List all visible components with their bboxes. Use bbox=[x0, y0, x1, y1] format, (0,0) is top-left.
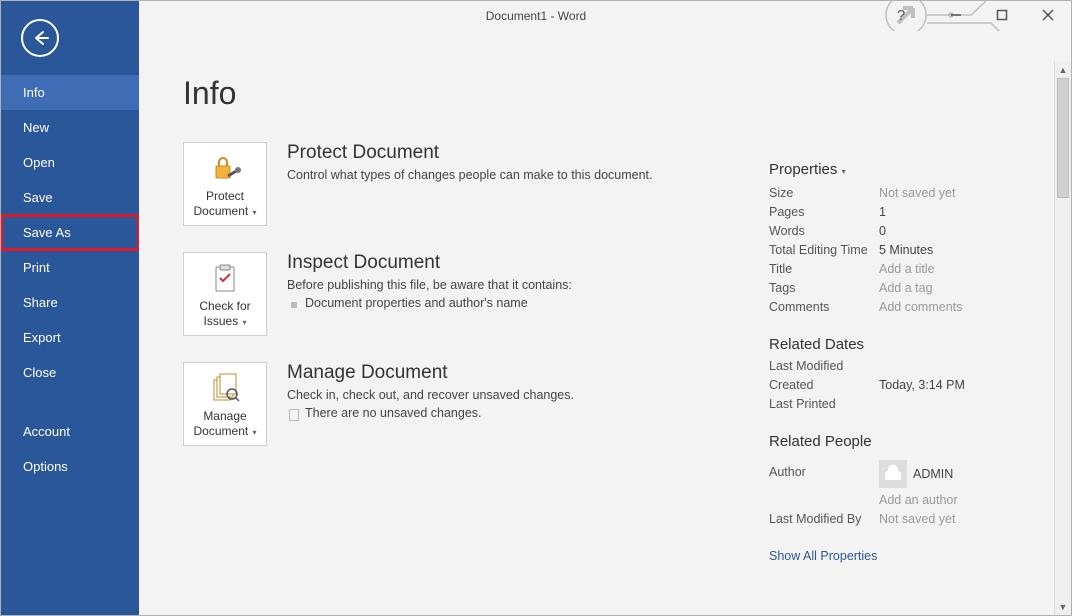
section-bullet: There are no unsaved changes. bbox=[287, 406, 574, 420]
sidebar-item-info[interactable]: Info bbox=[1, 75, 139, 110]
property-row-author: Author ADMIN bbox=[769, 456, 1049, 488]
manage-document-button[interactable]: Manage Document ▾ bbox=[183, 362, 267, 446]
sidebar-item-label: Print bbox=[23, 260, 50, 275]
related-dates-heading: Related Dates bbox=[769, 336, 1049, 353]
add-author-link[interactable]: Add an author bbox=[769, 493, 1049, 507]
sidebar-item-label: Export bbox=[23, 330, 61, 345]
lock-icon bbox=[208, 151, 242, 187]
sidebar-item-label: Close bbox=[23, 365, 56, 380]
property-row-last-modified-by: Last Modified ByNot saved yet bbox=[769, 512, 1049, 526]
section-bullet: Document properties and author's name bbox=[287, 296, 572, 310]
sidebar-item-label: New bbox=[23, 120, 49, 135]
minimize-icon bbox=[950, 9, 962, 21]
show-all-properties-link[interactable]: Show All Properties bbox=[769, 549, 877, 563]
scroll-thumb[interactable] bbox=[1057, 78, 1069, 198]
minimize-button[interactable] bbox=[933, 1, 979, 29]
property-row-pages: Pages1 bbox=[769, 205, 1049, 219]
sidebar-item-print[interactable]: Print bbox=[1, 250, 139, 285]
sidebar-item-export[interactable]: Export bbox=[1, 320, 139, 355]
chevron-down-icon: ▾ bbox=[250, 208, 256, 217]
related-people-heading: Related People bbox=[769, 433, 1049, 450]
sidebar-item-options[interactable]: Options bbox=[1, 449, 139, 484]
sidebar-item-open[interactable]: Open bbox=[1, 145, 139, 180]
property-row-last-modified: Last Modified bbox=[769, 359, 1049, 373]
sidebar-item-label: Save As bbox=[23, 225, 71, 240]
section-heading: Protect Document bbox=[287, 142, 653, 164]
section-text: Control what types of changes people can… bbox=[287, 168, 653, 182]
title-bar: Document1 - Word ? bbox=[1, 1, 1071, 31]
property-row-comments[interactable]: CommentsAdd comments bbox=[769, 300, 1049, 314]
sidebar-item-label: Save bbox=[23, 190, 53, 205]
properties-panel: Properties ▾ SizeNot saved yet Pages1 Wo… bbox=[769, 161, 1049, 565]
back-button[interactable] bbox=[21, 19, 59, 57]
document-stack-icon bbox=[208, 371, 242, 407]
property-row-title[interactable]: TitleAdd a title bbox=[769, 262, 1049, 276]
section-heading: Inspect Document bbox=[287, 252, 572, 274]
sidebar-item-new[interactable]: New bbox=[1, 110, 139, 145]
vertical-scrollbar[interactable]: ▲ ▼ bbox=[1054, 61, 1071, 615]
page-title: Info bbox=[183, 75, 1055, 112]
check-for-issues-button[interactable]: Check for Issues ▾ bbox=[183, 252, 267, 336]
button-label: Manage Document bbox=[194, 409, 249, 438]
section-text: Before publishing this file, be aware th… bbox=[287, 278, 572, 292]
arrow-left-icon bbox=[30, 28, 50, 48]
maximize-icon bbox=[996, 9, 1008, 21]
protect-document-button[interactable]: Protect Document ▾ bbox=[183, 142, 267, 226]
sidebar-item-save-as[interactable]: Save As bbox=[1, 215, 139, 250]
chevron-down-icon: ▾ bbox=[839, 167, 845, 176]
close-icon bbox=[1042, 9, 1054, 21]
backstage-sidebar: Info New Open Save Save As Print Share E… bbox=[1, 1, 139, 615]
sidebar-item-label: Info bbox=[23, 85, 45, 100]
clipboard-check-icon bbox=[208, 261, 242, 297]
sidebar-item-label: Account bbox=[23, 424, 70, 439]
section-heading: Manage Document bbox=[287, 362, 574, 384]
maximize-button[interactable] bbox=[979, 1, 1025, 29]
sidebar-item-label: Options bbox=[23, 459, 68, 474]
chevron-down-icon: ▾ bbox=[250, 428, 256, 437]
properties-heading[interactable]: Properties ▾ bbox=[769, 161, 1049, 178]
help-button[interactable]: ? bbox=[881, 1, 921, 29]
property-row-editing-time: Total Editing Time5 Minutes bbox=[769, 243, 1049, 257]
window-title: Document1 - Word bbox=[486, 9, 586, 23]
scroll-down-arrow[interactable]: ▼ bbox=[1055, 598, 1071, 615]
property-row-words: Words0 bbox=[769, 224, 1049, 238]
sidebar-item-share[interactable]: Share bbox=[1, 285, 139, 320]
main-area: Info Protect Document ▾ Protect Document… bbox=[139, 31, 1071, 615]
sidebar-item-label: Open bbox=[23, 155, 55, 170]
sidebar-item-save[interactable]: Save bbox=[1, 180, 139, 215]
app-window: Document1 - Word ? Info New Open Save S bbox=[0, 0, 1072, 616]
sidebar-item-account[interactable]: Account bbox=[1, 414, 139, 449]
chevron-down-icon: ▾ bbox=[240, 318, 246, 327]
button-label: Protect Document bbox=[194, 189, 249, 218]
sidebar-menu: Info New Open Save Save As Print Share E… bbox=[1, 75, 139, 484]
section-text: Check in, check out, and recover unsaved… bbox=[287, 388, 574, 402]
avatar-icon bbox=[879, 460, 907, 488]
property-row-last-printed: Last Printed bbox=[769, 397, 1049, 411]
property-row-size: SizeNot saved yet bbox=[769, 186, 1049, 200]
scroll-up-arrow[interactable]: ▲ bbox=[1055, 61, 1071, 78]
sidebar-item-close[interactable]: Close bbox=[1, 355, 139, 390]
sidebar-item-label: Share bbox=[23, 295, 58, 310]
close-button[interactable] bbox=[1025, 1, 1071, 29]
property-row-tags[interactable]: TagsAdd a tag bbox=[769, 281, 1049, 295]
property-row-created: CreatedToday, 3:14 PM bbox=[769, 378, 1049, 392]
